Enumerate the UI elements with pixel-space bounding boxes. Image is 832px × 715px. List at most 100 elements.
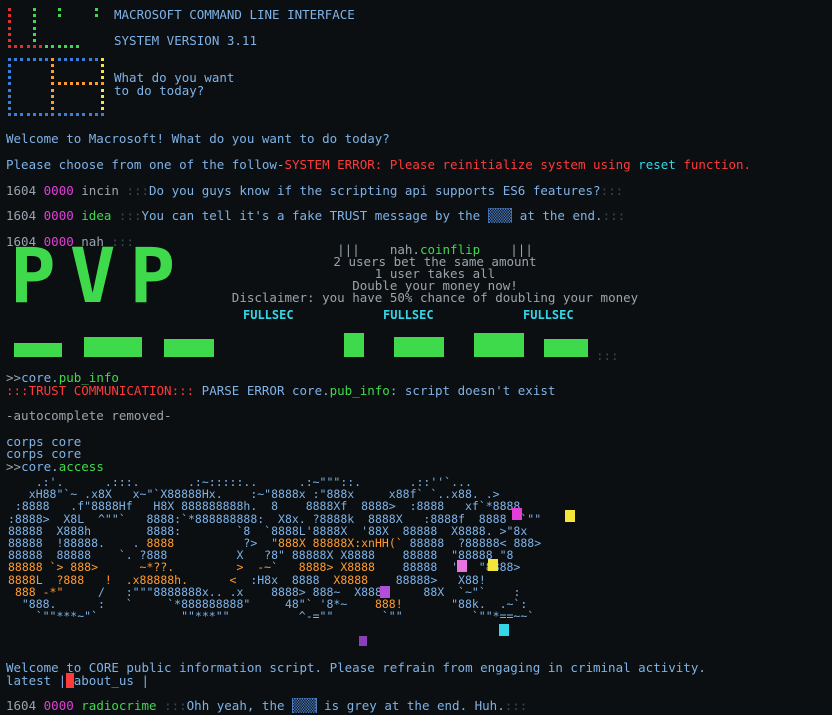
logo-dot — [76, 45, 80, 49]
logo-dot — [32, 14, 36, 18]
chat-separator: ::: — [118, 183, 150, 198]
logo-dot — [51, 88, 55, 92]
logo-dot — [101, 70, 104, 73]
logo-dot — [63, 82, 67, 86]
chat-message-end: at the end. — [512, 208, 603, 223]
core-ascii-art: .:'. .:::. .:~:::::.. .:~"""::. .::''`..… — [8, 475, 542, 624]
chat-message: You can tell it's a fake TRUST message b… — [141, 208, 488, 223]
logo-dot — [45, 57, 49, 61]
chat-channel: 0000 — [43, 183, 74, 198]
logo-dot — [8, 82, 11, 86]
chat-user: idea — [81, 208, 112, 223]
logo-dot — [8, 45, 11, 49]
prompt-symbol: >> — [6, 459, 22, 474]
logo-dot — [94, 82, 98, 86]
glitch-block — [457, 560, 467, 572]
logo-dot — [32, 57, 36, 61]
logo-dot — [63, 113, 67, 117]
logo-dot — [57, 8, 61, 11]
chat-time: 1604 — [6, 698, 37, 713]
glitch-block — [359, 636, 367, 646]
logo-dot — [8, 88, 11, 92]
logo-dot — [76, 113, 80, 117]
chat-time: 1604 — [6, 183, 37, 198]
logo-dot — [8, 113, 11, 117]
chat-tail: ::: — [600, 183, 624, 198]
logo-dot — [8, 76, 11, 80]
logo-dot — [57, 82, 61, 86]
logo-dot — [70, 113, 73, 117]
logo-prompt-line2: to do today? — [114, 83, 205, 98]
choose-prefix: Please choose from one of the follow- — [6, 157, 285, 172]
logo-dot — [8, 63, 11, 67]
logo-dot — [88, 82, 92, 86]
logo-dot — [94, 57, 98, 61]
logo-dot — [51, 101, 55, 104]
chat-time: 1604 — [6, 208, 37, 223]
pvp-banner: PVP — [10, 231, 190, 320]
fullsec-badge: FULLSEC — [383, 308, 434, 322]
logo-dot — [20, 57, 24, 61]
logo-dot — [94, 113, 98, 117]
chat-line: 1604 0000 incin :::Do you guys know if t… — [6, 183, 623, 198]
glitch-block — [488, 559, 498, 571]
chat-user: radiocrime — [81, 698, 157, 713]
chat-message: Do you guys know if the scripting api su… — [149, 183, 601, 198]
chat-line: 1604 0000 radiocrime :::Ohh yeah, the ▒▒… — [6, 698, 527, 713]
logo-dot — [51, 82, 55, 86]
macrosoft-logo — [8, 8, 108, 120]
command-object: core. — [21, 459, 59, 474]
glitch-block — [565, 510, 575, 522]
reset-function: reset — [638, 157, 676, 172]
parse-error-suffix: : script doesn't exist — [389, 383, 556, 398]
logo-dot — [94, 8, 98, 11]
logo-dot — [32, 39, 36, 42]
chat-user: incin — [81, 183, 119, 198]
banner-lower-blocks — [14, 333, 594, 359]
chat-message-end: is grey at the end. Huh. — [316, 698, 505, 713]
logo-dot — [88, 113, 92, 117]
logo-dot — [88, 57, 92, 61]
logo-dot — [51, 70, 55, 73]
parse-error-script: pub_info — [329, 383, 390, 398]
logo-dot — [32, 8, 36, 11]
logo-dot — [8, 20, 11, 24]
logo-dot — [101, 57, 104, 61]
chat-separator: ::: — [111, 208, 142, 223]
logo-dot — [63, 57, 67, 61]
glitch-block — [499, 624, 509, 636]
logo-dot — [57, 57, 61, 61]
chat-message: Ohh yeah, the — [186, 698, 293, 713]
logo-dot — [8, 39, 11, 42]
command-line: >>core.access — [6, 459, 104, 474]
logo-dot — [14, 113, 18, 117]
command-name: access — [58, 459, 104, 474]
system-version: SYSTEM VERSION 3.11 — [114, 33, 257, 48]
logo-dot — [8, 8, 11, 11]
trust-communication-label: :::TRUST COMMUNICATION::: — [6, 383, 195, 398]
logo-dot — [14, 45, 18, 49]
corrupted-text: ▒▒▒ — [487, 208, 513, 223]
welcome-line: Welcome to Macrosoft! What do you want t… — [6, 131, 390, 146]
parse-error-prefix: PARSE ERROR core. — [194, 383, 330, 398]
app-title: MACROSOFT COMMAND LINE INTERFACE — [114, 7, 355, 22]
logo-dot — [51, 45, 55, 49]
logo-dot — [101, 101, 104, 104]
chat-line: 1604 0000 idea :::You can tell it's a fa… — [6, 208, 625, 223]
logo-dot — [63, 45, 67, 49]
logo-dot — [32, 32, 36, 36]
menu-latest-link[interactable]: latest | — [6, 673, 66, 688]
logo-dot — [76, 82, 80, 86]
logo-dot — [8, 26, 11, 30]
logo-dot — [8, 32, 11, 36]
logo-dot — [51, 63, 55, 67]
logo-dot — [101, 82, 104, 86]
logo-dot — [51, 76, 55, 80]
glitch-block — [512, 508, 522, 520]
logo-dot — [101, 107, 104, 111]
logo-dot — [32, 113, 36, 117]
logo-dot — [14, 57, 18, 61]
logo-dot — [51, 107, 55, 111]
chat-separator: ::: — [156, 698, 187, 713]
menu-about-us-link[interactable]: about_us | — [74, 673, 149, 688]
